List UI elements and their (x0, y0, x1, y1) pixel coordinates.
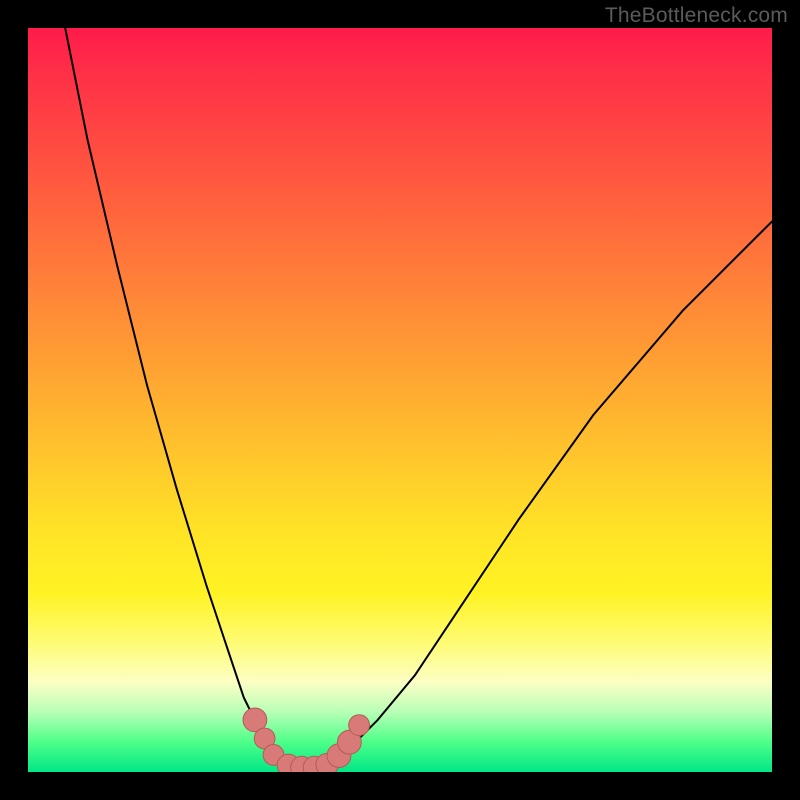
curve-right (326, 221, 772, 764)
curve-left (65, 28, 288, 765)
chart-svg (28, 28, 772, 772)
chart-area (28, 28, 772, 772)
curve-markers (243, 708, 370, 772)
curve-marker (349, 715, 370, 736)
watermark-label: TheBottleneck.com (605, 4, 788, 28)
